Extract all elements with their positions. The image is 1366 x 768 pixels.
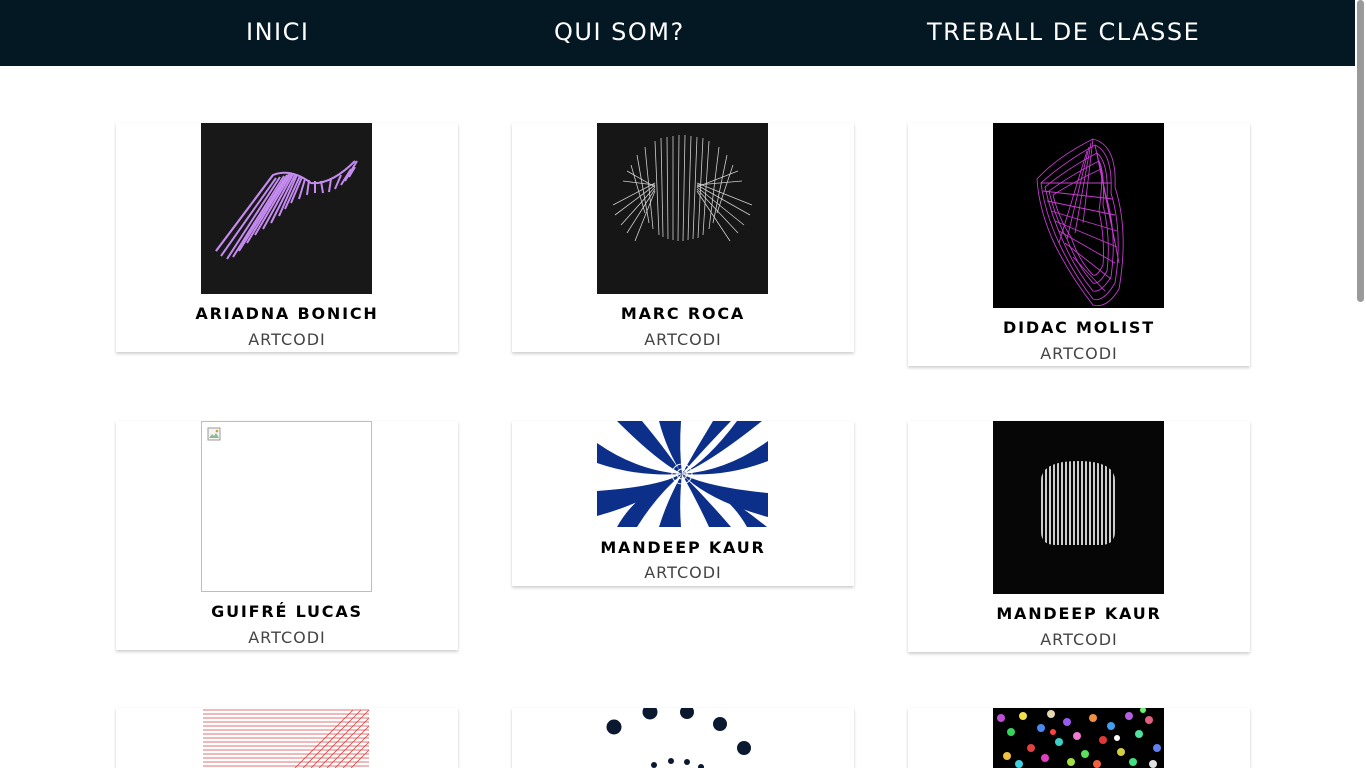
artwork-card-marc-roca[interactable]: MARC ROCA ARTCODI xyxy=(512,123,854,352)
broken-image-icon xyxy=(207,427,221,441)
card-title: MARC ROCA xyxy=(620,304,746,323)
card-title: ARIADNA BONICH xyxy=(195,304,379,323)
artwork-card-row3-3[interactable] xyxy=(908,708,1250,768)
scrollbar[interactable] xyxy=(1355,0,1366,768)
artwork-thumbnail[interactable] xyxy=(993,123,1164,308)
artwork-thumbnail[interactable] xyxy=(597,421,768,527)
card-subtitle: ARTCODI xyxy=(644,330,722,349)
artwork-image xyxy=(606,708,751,768)
card-subtitle: ARTCODI xyxy=(644,563,722,582)
artwork-card-row3-1[interactable] xyxy=(116,708,458,768)
artwork-card-mandeep-kaur-2[interactable]: MANDEEP KAUR ARTCODI xyxy=(908,421,1250,652)
artwork-image xyxy=(1041,461,1115,545)
top-navbar: INICI QUI SOM? TREBALL DE CLASSE xyxy=(0,0,1355,66)
card-subtitle: ARTCODI xyxy=(248,330,326,349)
artwork-image xyxy=(597,421,768,527)
artwork-image xyxy=(203,709,370,768)
nav-link-treball-de-classe[interactable]: TREBALL DE CLASSE xyxy=(927,18,1200,46)
artwork-thumbnail[interactable] xyxy=(993,421,1164,594)
artwork-image xyxy=(997,708,1161,768)
artwork-thumbnail[interactable] xyxy=(993,708,1164,768)
card-title: MANDEEP KAUR xyxy=(996,604,1162,623)
artwork-thumbnail[interactable] xyxy=(597,123,768,294)
artwork-thumbnail[interactable] xyxy=(201,421,372,592)
card-subtitle: ARTCODI xyxy=(1040,344,1118,363)
scrollbar-thumb[interactable] xyxy=(1357,0,1364,302)
artwork-card-didac-molist[interactable]: DIDAC MOLIST ARTCODI xyxy=(908,123,1250,366)
artwork-thumbnail[interactable] xyxy=(201,708,372,768)
card-subtitle: ARTCODI xyxy=(1040,630,1118,649)
artwork-thumbnail[interactable] xyxy=(201,123,372,294)
nav-link-inici[interactable]: INICI xyxy=(246,18,309,46)
artwork-image xyxy=(1036,138,1124,307)
artwork-thumbnail[interactable] xyxy=(597,708,768,768)
artwork-image xyxy=(215,160,358,260)
card-subtitle: ARTCODI xyxy=(248,628,326,647)
artwork-card-ariadna-bonich[interactable]: ARIADNA BONICH ARTCODI xyxy=(116,123,458,352)
card-title: MANDEEP KAUR xyxy=(600,538,766,557)
card-title: DIDAC MOLIST xyxy=(1003,318,1155,337)
artwork-card-guifre-lucas[interactable]: GUIFRÉ LUCAS ARTCODI xyxy=(116,421,458,650)
artwork-card-row3-2[interactable] xyxy=(512,708,854,768)
nav-link-qui-som[interactable]: QUI SOM? xyxy=(554,18,685,46)
card-title: GUIFRÉ LUCAS xyxy=(211,602,363,621)
artwork-image xyxy=(612,134,753,242)
artwork-card-mandeep-kaur-1[interactable]: MANDEEP KAUR ARTCODI xyxy=(512,421,854,586)
